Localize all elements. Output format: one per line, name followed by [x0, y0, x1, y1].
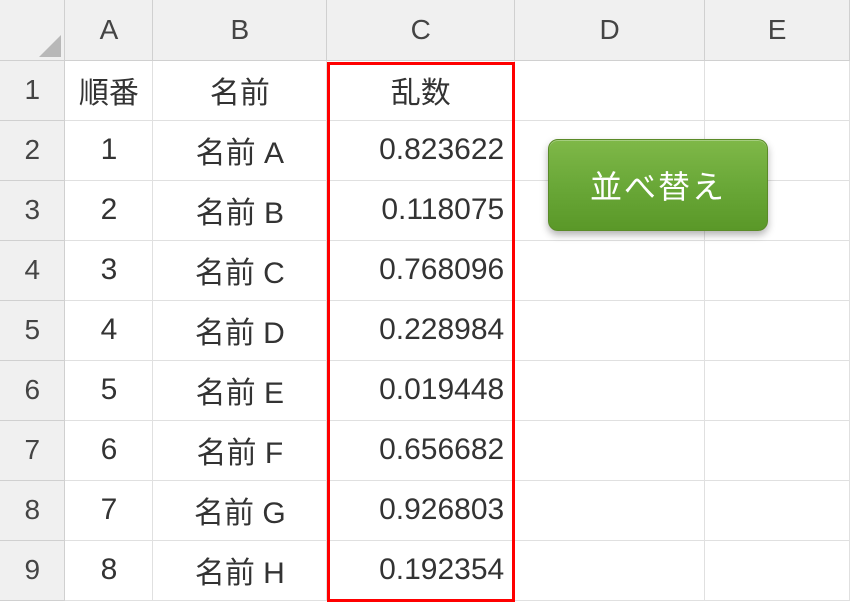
cell-d8[interactable] — [515, 480, 705, 540]
cell-d1[interactable] — [515, 60, 705, 120]
cell-rand[interactable]: 0.118075 — [327, 180, 515, 240]
cell-d6[interactable] — [515, 360, 705, 420]
col-header-a[interactable]: A — [65, 0, 153, 60]
cell-order[interactable]: 2 — [65, 180, 153, 240]
cell-d9[interactable] — [515, 540, 705, 600]
row-header-6[interactable]: 6 — [0, 360, 65, 420]
cell-header-name[interactable]: 名前 — [153, 60, 327, 120]
cell-name[interactable]: 名前 D — [153, 300, 327, 360]
cell-order[interactable]: 4 — [65, 300, 153, 360]
cell-header-order[interactable]: 順番 — [65, 60, 153, 120]
row-header-5[interactable]: 5 — [0, 300, 65, 360]
row-header-7[interactable]: 7 — [0, 420, 65, 480]
cell-name[interactable]: 名前 E — [153, 360, 327, 420]
sort-button[interactable]: 並べ替え — [548, 139, 768, 231]
row-header-1[interactable]: 1 — [0, 60, 65, 120]
cell-name[interactable]: 名前 B — [153, 180, 327, 240]
cell-rand[interactable]: 0.926803 — [327, 480, 515, 540]
cell-name[interactable]: 名前 G — [153, 480, 327, 540]
cell-e1[interactable] — [705, 60, 850, 120]
sort-button-label: 並べ替え — [590, 162, 726, 208]
cell-rand[interactable]: 0.656682 — [327, 420, 515, 480]
cell-e8[interactable] — [705, 480, 850, 540]
spreadsheet-grid[interactable]: A B C D E 1 順番 名前 乱数 2 1 名前 A 0.823622 3… — [0, 0, 850, 601]
col-header-e[interactable]: E — [705, 0, 850, 60]
row-header-9[interactable]: 9 — [0, 540, 65, 600]
cell-header-rand[interactable]: 乱数 — [327, 60, 515, 120]
cell-d5[interactable] — [515, 300, 705, 360]
cell-order[interactable]: 6 — [65, 420, 153, 480]
cell-e5[interactable] — [705, 300, 850, 360]
row-header-3[interactable]: 3 — [0, 180, 65, 240]
cell-rand[interactable]: 0.823622 — [327, 120, 515, 180]
cell-order[interactable]: 5 — [65, 360, 153, 420]
col-header-b[interactable]: B — [153, 0, 327, 60]
cell-d4[interactable] — [515, 240, 705, 300]
cell-rand[interactable]: 0.192354 — [327, 540, 515, 600]
col-header-d[interactable]: D — [515, 0, 705, 60]
col-header-c[interactable]: C — [327, 0, 515, 60]
select-all-corner[interactable] — [0, 0, 65, 60]
row-header-8[interactable]: 8 — [0, 480, 65, 540]
cell-order[interactable]: 8 — [65, 540, 153, 600]
cell-order[interactable]: 1 — [65, 120, 153, 180]
row-header-2[interactable]: 2 — [0, 120, 65, 180]
cell-name[interactable]: 名前 A — [153, 120, 327, 180]
cell-name[interactable]: 名前 C — [153, 240, 327, 300]
cell-d7[interactable] — [515, 420, 705, 480]
cell-order[interactable]: 3 — [65, 240, 153, 300]
row-header-4[interactable]: 4 — [0, 240, 65, 300]
cell-e9[interactable] — [705, 540, 850, 600]
cell-order[interactable]: 7 — [65, 480, 153, 540]
cell-e7[interactable] — [705, 420, 850, 480]
cell-rand[interactable]: 0.228984 — [327, 300, 515, 360]
cell-rand[interactable]: 0.768096 — [327, 240, 515, 300]
cell-name[interactable]: 名前 F — [153, 420, 327, 480]
cell-e6[interactable] — [705, 360, 850, 420]
cell-e4[interactable] — [705, 240, 850, 300]
cell-name[interactable]: 名前 H — [153, 540, 327, 600]
cell-rand[interactable]: 0.019448 — [327, 360, 515, 420]
